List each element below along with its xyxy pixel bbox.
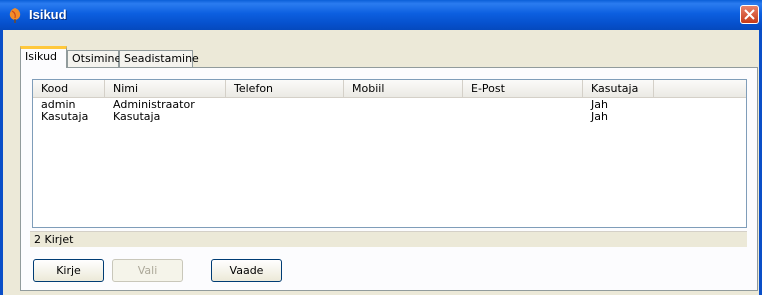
cell-nimi: Kasutaja <box>113 110 161 123</box>
column-header-kood[interactable]: Kood <box>33 80 105 97</box>
table-row[interactable]: Kasutaja Kasutaja Jah <box>33 111 746 123</box>
tab-seadistamine[interactable]: Seadistamine <box>119 50 199 67</box>
tab-isikud[interactable]: Isikud <box>20 46 67 68</box>
title-bar[interactable]: Isikud <box>0 0 762 30</box>
record-count-status: 2 Kirjet <box>30 231 747 247</box>
persons-table[interactable]: Kood Nimi Telefon Mobiil E-Post Kasutaja… <box>32 79 747 228</box>
leaf-icon <box>6 6 24 24</box>
column-header-e-post[interactable]: E-Post <box>463 80 583 97</box>
vaade-button[interactable]: Vaade <box>211 259 282 282</box>
column-header-nimi[interactable]: Nimi <box>105 80 226 97</box>
column-header-telefon[interactable]: Telefon <box>226 80 344 97</box>
cell-kasutaja: Jah <box>591 110 608 123</box>
vali-button[interactable]: Vali <box>112 259 183 282</box>
close-icon <box>744 9 755 20</box>
column-header-mobiil[interactable]: Mobiil <box>344 80 463 97</box>
isikud-window: Isikud Isikud Otsimine Seadistamine Kood… <box>0 0 762 295</box>
window-frame-left <box>0 30 3 295</box>
tab-otsimine[interactable]: Otsimine <box>67 50 121 67</box>
kirje-button[interactable]: Kirje <box>33 259 104 282</box>
close-button[interactable] <box>740 5 759 24</box>
cell-kood: Kasutaja <box>41 110 89 123</box>
table-header: Kood Nimi Telefon Mobiil E-Post Kasutaja <box>33 80 746 98</box>
tab-panel-isikud: Kood Nimi Telefon Mobiil E-Post Kasutaja… <box>20 67 758 291</box>
window-title: Isikud <box>29 7 67 22</box>
column-header-kasutaja[interactable]: Kasutaja <box>583 80 654 97</box>
